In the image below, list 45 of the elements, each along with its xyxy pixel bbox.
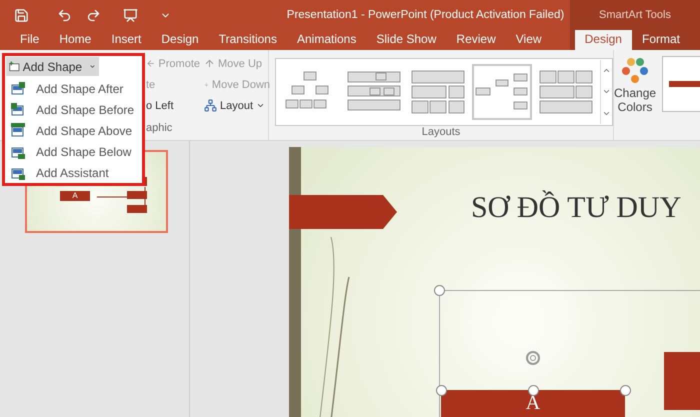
ribbon-tab[interactable]: Review	[446, 30, 506, 50]
menu-item[interactable]: Add Shape After	[5, 78, 142, 100]
add-shape-button[interactable]: Add Shape	[6, 57, 99, 76]
redo-icon[interactable]	[86, 8, 101, 22]
resize-handle[interactable]	[620, 385, 631, 396]
ribbon-tab[interactable]: Slide Show	[366, 30, 446, 50]
resize-handle[interactable]	[436, 385, 447, 396]
menu-item[interactable]: Add Shape Above	[5, 120, 142, 142]
palette-icon	[620, 56, 650, 86]
rotate-handle[interactable]	[525, 350, 541, 366]
ribbon-button[interactable]: Layout	[204, 96, 270, 115]
window-title: Presentation1 - PowerPoint (Product Activation Failed)	[286, 9, 566, 21]
menu-item[interactable]: Add Shape Before	[5, 99, 142, 120]
undo-icon[interactable]	[57, 8, 72, 22]
layout-thumbnail[interactable]	[472, 64, 532, 120]
presenter-icon[interactable]	[123, 8, 138, 22]
add-shape-icon	[9, 60, 20, 74]
change-colors-button[interactable]: Change Colors	[614, 50, 656, 140]
style-thumbnail[interactable]	[662, 56, 700, 112]
slide-title: SƠ ĐỒ TƯ DUY	[471, 191, 682, 225]
save-icon[interactable]	[14, 8, 29, 22]
ribbon-tab[interactable]: Insert	[101, 30, 152, 50]
ribbon-tab[interactable]: File	[10, 30, 50, 50]
ribbon-tab[interactable]: Format	[632, 30, 690, 50]
arrow-left-icon	[146, 58, 156, 69]
add-shape-icon	[10, 122, 26, 139]
ribbon-tab[interactable]: Animations	[286, 30, 366, 50]
arrow-up-icon	[204, 58, 215, 69]
resize-handle[interactable]	[528, 385, 539, 396]
caret-icon	[256, 101, 266, 110]
add-shape-icon	[10, 80, 26, 97]
ribbon-tab[interactable]: Home	[49, 30, 102, 50]
ribbon-tab[interactable]: View	[506, 30, 552, 50]
group-label: aphic	[146, 122, 172, 136]
ribbon-tab[interactable]: Transitions	[208, 30, 287, 50]
ribbon-tab[interactable]: Design	[574, 30, 632, 50]
diagram-box[interactable]: A	[441, 390, 625, 417]
resize-handle[interactable]	[434, 285, 445, 296]
group-label: Layouts	[422, 126, 460, 140]
mini-box-label: A	[60, 191, 90, 201]
layout-icon	[204, 99, 217, 112]
ribbon-button[interactable]: o Left	[146, 96, 200, 115]
ribbon-tab[interactable]: Design	[151, 30, 209, 50]
context-label: SmartArt Tools	[570, 0, 700, 30]
add-shape-icon	[10, 102, 26, 118]
